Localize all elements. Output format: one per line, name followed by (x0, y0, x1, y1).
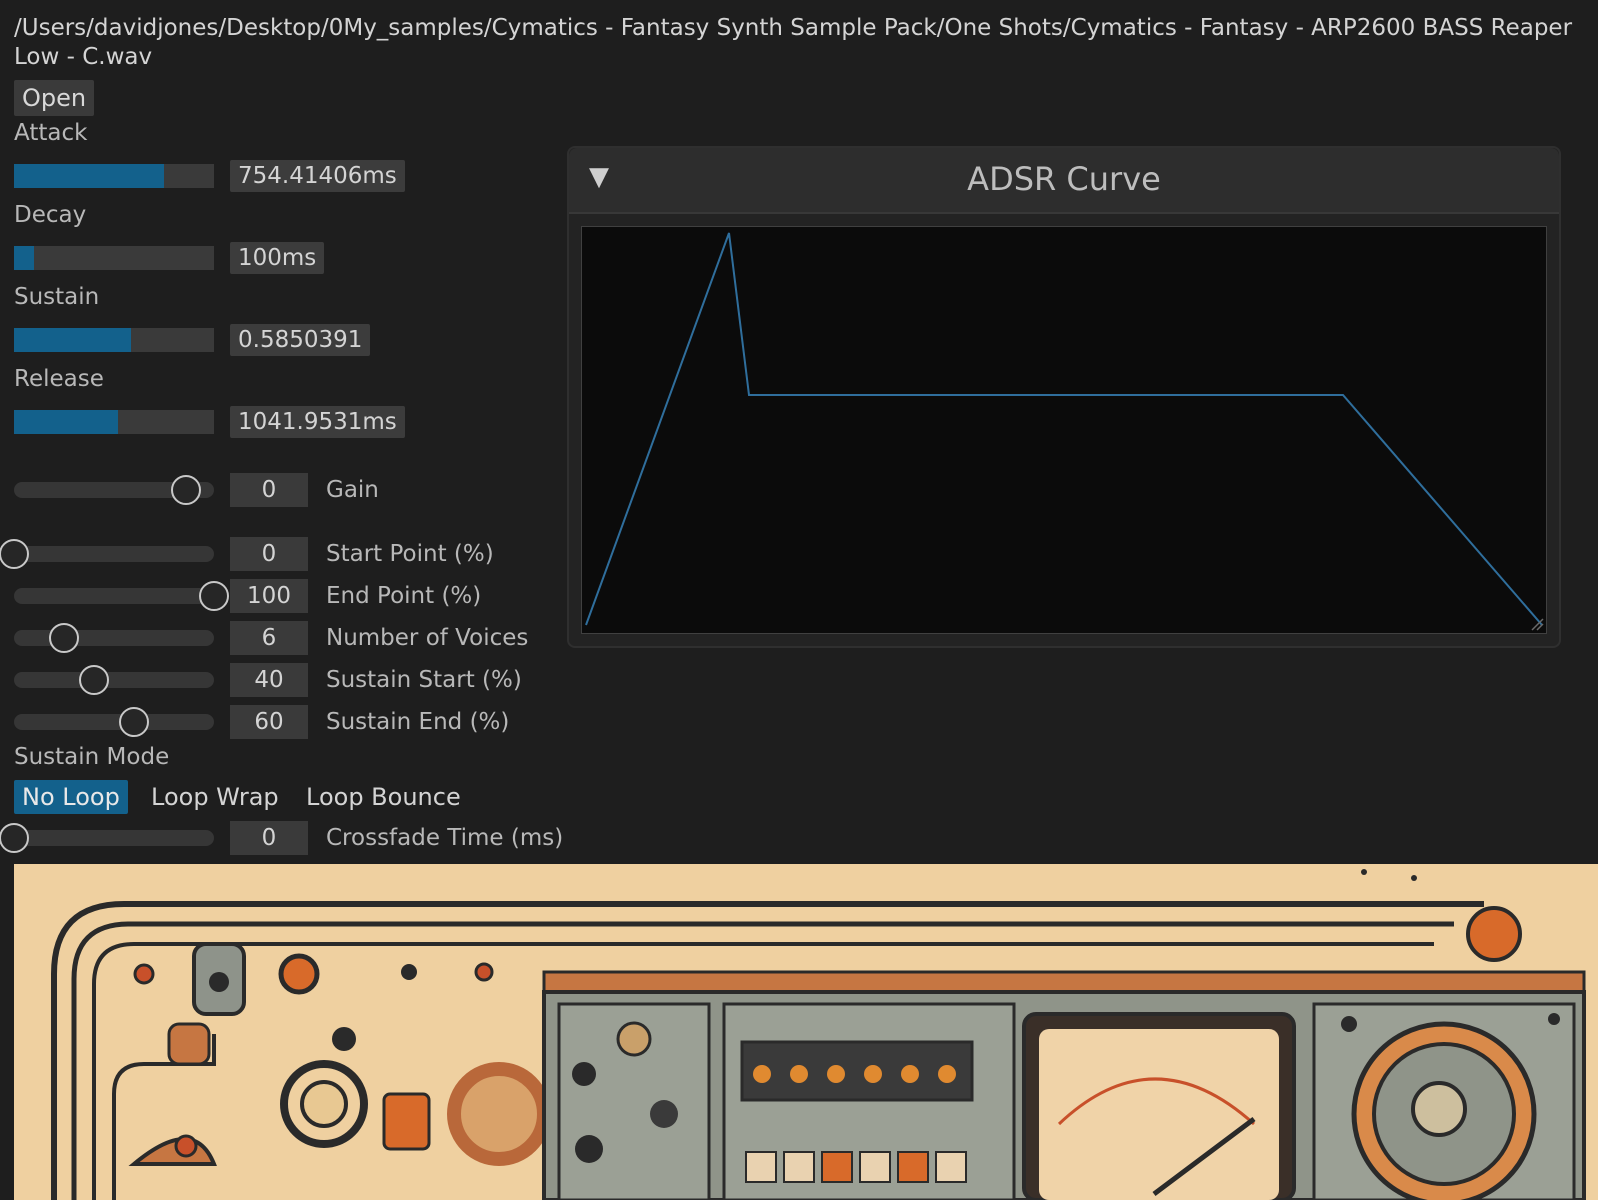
sustain-mode-label: Sustain Mode (14, 744, 170, 770)
open-button[interactable]: Open (14, 80, 95, 116)
mode-loop-wrap[interactable]: Loop Wrap (143, 780, 287, 814)
voices-label: Number of Voices (326, 625, 529, 651)
voices-slider[interactable] (14, 623, 214, 653)
attack-slider[interactable] (14, 164, 214, 188)
sustain-end-label: Sustain End (%) (326, 709, 510, 735)
synth-artwork-illustration (14, 864, 1598, 1200)
crossfade-input[interactable]: 0 (230, 821, 308, 855)
crossfade-slider[interactable] (0, 823, 214, 853)
end-point-label: End Point (%) (326, 583, 482, 609)
sustain-end-input[interactable]: 60 (230, 705, 308, 739)
file-path: /Users/davidjones/Desktop/0My_samples/Cy… (14, 15, 1573, 70)
start-point-label: Start Point (%) (326, 541, 494, 567)
adsr-plot (581, 226, 1547, 634)
attack-fill (14, 164, 164, 188)
attack-value[interactable]: 754.41406ms (230, 160, 405, 192)
start-point-input[interactable]: 0 (230, 537, 308, 571)
sustain-start-slider[interactable] (14, 665, 214, 695)
sustain-start-label: Sustain Start (%) (326, 667, 522, 693)
end-point-slider[interactable] (14, 581, 229, 611)
start-point-slider[interactable] (0, 539, 214, 569)
decay-slider[interactable] (14, 246, 214, 270)
gain-slider[interactable] (14, 475, 214, 505)
decay-fill (14, 246, 34, 270)
release-label: Release (14, 366, 104, 392)
mode-loop-bounce[interactable]: Loop Bounce (298, 780, 469, 814)
mode-no-loop[interactable]: No Loop (14, 780, 128, 814)
adsr-curve-svg (585, 232, 1543, 626)
sustain-label: Sustain (14, 284, 100, 310)
slider-handle[interactable] (171, 475, 201, 505)
release-slider[interactable] (14, 410, 214, 434)
gain-label: Gain (326, 477, 379, 503)
slider-handle[interactable] (199, 581, 229, 611)
attack-label: Attack (14, 120, 88, 146)
end-point-input[interactable]: 100 (230, 579, 308, 613)
synth-artwork-image (14, 864, 1598, 1200)
decay-value[interactable]: 100ms (230, 242, 325, 274)
decay-label: Decay (14, 202, 87, 228)
slider-handle[interactable] (49, 623, 79, 653)
sustain-end-slider[interactable] (14, 707, 214, 737)
adsr-panel-title: ADSR Curve (967, 160, 1161, 198)
sustain-fill (14, 328, 131, 352)
slider-handle[interactable] (119, 707, 149, 737)
adsr-panel: ▼ ADSR Curve (567, 146, 1561, 648)
slider-handle[interactable] (0, 539, 29, 569)
slider-handle[interactable] (0, 823, 29, 853)
gain-input[interactable]: 0 (230, 473, 308, 507)
voices-input[interactable]: 6 (230, 621, 308, 655)
sustain-start-input[interactable]: 40 (230, 663, 308, 697)
release-value[interactable]: 1041.9531ms (230, 406, 405, 438)
sustain-value[interactable]: 0.5850391 (230, 324, 371, 356)
slider-handle[interactable] (79, 665, 109, 695)
release-fill (14, 410, 118, 434)
adsr-panel-header[interactable]: ▼ ADSR Curve (569, 148, 1559, 214)
crossfade-label: Crossfade Time (ms) (326, 825, 564, 851)
sustain-slider[interactable] (14, 328, 214, 352)
adsr-curve-line (585, 232, 1543, 626)
resize-grip-icon[interactable] (1530, 617, 1544, 631)
